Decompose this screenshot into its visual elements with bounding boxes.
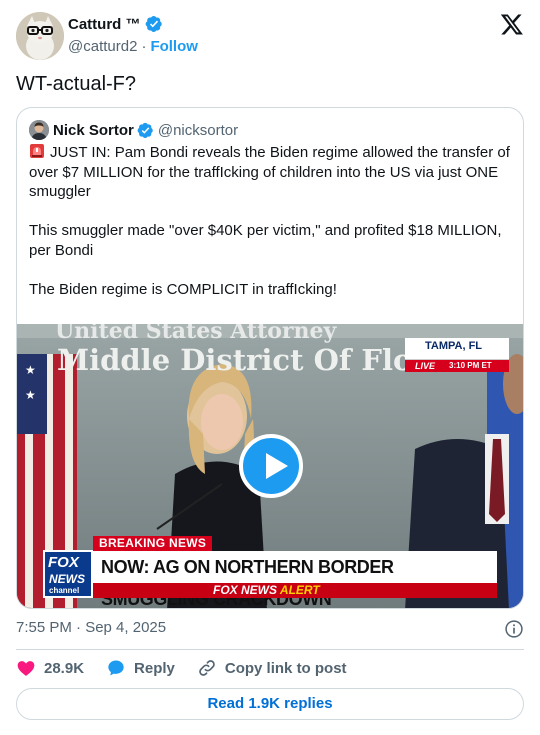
follow-button[interactable]: Follow bbox=[150, 38, 198, 55]
svg-text:★: ★ bbox=[25, 363, 36, 377]
quoted-paragraph: The Biden regime is COMPLICIT in traffIc… bbox=[29, 280, 337, 298]
quoted-author-avatar[interactable] bbox=[29, 120, 49, 140]
copy-link-label: Copy link to post bbox=[224, 659, 347, 677]
siren-emoji-icon bbox=[30, 144, 44, 158]
action-bar: 28.9K Reply Copy link to post bbox=[16, 656, 369, 680]
link-icon bbox=[199, 660, 215, 676]
tweet-embed-card: Catturd ™ @catturd2 · Follow WT-actual-F… bbox=[0, 0, 540, 735]
location-bug: TAMPA, FL LIVE 3:10 PM ET bbox=[405, 338, 509, 372]
copy-link-button[interactable]: Copy link to post bbox=[197, 658, 347, 678]
verified-badge-icon bbox=[137, 122, 153, 138]
play-button[interactable] bbox=[239, 434, 303, 498]
heart-icon bbox=[17, 661, 35, 676]
x-logo-icon[interactable] bbox=[500, 12, 524, 36]
like-count: 28.9K bbox=[44, 659, 85, 677]
tweet-timestamp[interactable]: 7:55 PM · Sep 4, 2025 bbox=[16, 619, 166, 636]
read-replies-button[interactable]: Read 1.9K replies bbox=[16, 688, 524, 720]
quoted-paragraph: JUST IN: Pam Bondi reveals the Biden reg… bbox=[29, 143, 513, 202]
fox-news-alert-bar: FOX NEWS ALERT bbox=[93, 583, 497, 598]
tweet-text: WT-actual-F? bbox=[16, 73, 137, 95]
svg-text:United States Attorney: United States Attorney bbox=[55, 324, 338, 344]
reply-button[interactable]: Reply bbox=[106, 658, 175, 678]
alert-word-text: ALERT bbox=[279, 583, 320, 597]
author-name[interactable]: Catturd ™ bbox=[68, 16, 141, 33]
author-avatar[interactable] bbox=[16, 12, 64, 60]
cat-avatar-image bbox=[16, 12, 64, 60]
verified-badge-icon bbox=[145, 15, 162, 33]
info-icon[interactable] bbox=[504, 619, 524, 639]
logo-line-2: NEWS bbox=[49, 572, 85, 586]
reply-label: Reply bbox=[134, 659, 175, 677]
separator-dot: · bbox=[141, 37, 147, 55]
alert-fox-text: FOX NEWS bbox=[213, 583, 278, 597]
quoted-paragraph-text: JUST IN: Pam Bondi reveals the Biden reg… bbox=[29, 144, 510, 200]
fox-news-logo: FOX NEWS channel bbox=[43, 550, 93, 598]
quoted-author-name[interactable]: Nick Sortor bbox=[53, 122, 134, 139]
reply-bubble-icon bbox=[108, 660, 124, 676]
quoted-tweet-header: Nick Sortor @nicksortor bbox=[29, 120, 238, 140]
live-time-label: 3:10 PM ET bbox=[445, 360, 509, 372]
logo-line-3: channel bbox=[49, 586, 80, 595]
svg-text:★: ★ bbox=[25, 388, 36, 402]
footer-divider bbox=[16, 649, 524, 650]
quoted-paragraph: This smuggler made "over $40K per victim… bbox=[29, 222, 502, 259]
quoted-tweet-body: JUST IN: Pam Bondi reveals the Biden reg… bbox=[29, 143, 513, 299]
like-button[interactable]: 28.9K bbox=[16, 658, 84, 678]
news-headline: NOW: AG ON NORTHERN BORDER SMUGGLING CRA… bbox=[93, 551, 497, 608]
author-info: Catturd ™ @catturd2 · Follow bbox=[68, 14, 198, 56]
location-label: TAMPA, FL bbox=[425, 340, 483, 352]
video-thumbnail[interactable]: ★ ★ United States Attorney Middle Distri… bbox=[17, 324, 523, 608]
quoted-author-handle[interactable]: @nicksortor bbox=[158, 122, 238, 139]
quoted-tweet[interactable]: Nick Sortor @nicksortor JUST IN: Pam Bon… bbox=[16, 107, 524, 609]
live-label: LIVE bbox=[405, 360, 445, 372]
breaking-news-label: BREAKING NEWS bbox=[93, 536, 213, 551]
logo-line-1: FOX bbox=[48, 554, 79, 571]
author-handle[interactable]: @catturd2 bbox=[68, 38, 137, 55]
person-avatar-image bbox=[29, 120, 49, 140]
